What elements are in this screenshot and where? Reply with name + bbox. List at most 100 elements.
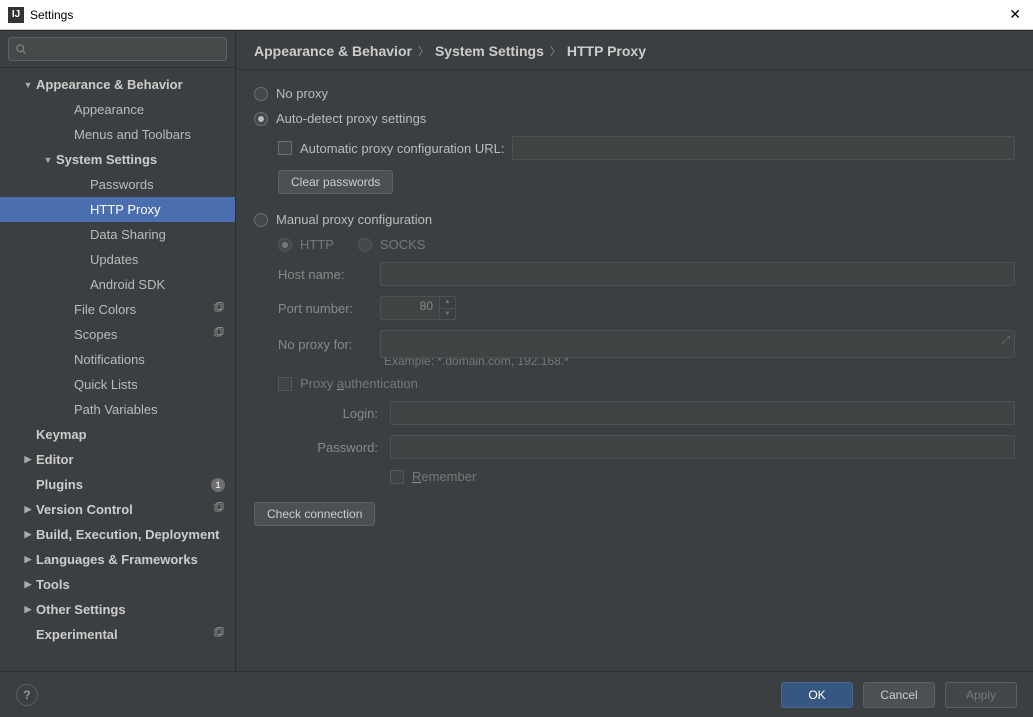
host-name-label: Host name: bbox=[278, 267, 368, 282]
chevron-right-icon: 〉 bbox=[550, 43, 561, 59]
sidebar-item-system-settings[interactable]: ▼System Settings bbox=[0, 147, 235, 172]
search-box[interactable] bbox=[8, 37, 227, 61]
breadcrumb-item: System Settings bbox=[435, 43, 544, 59]
sidebar-item-label: Other Settings bbox=[36, 602, 235, 617]
search-icon bbox=[15, 43, 27, 55]
no-proxy-for-input: ⤢ bbox=[380, 330, 1015, 358]
check-connection-button[interactable]: Check connection bbox=[254, 502, 375, 526]
sidebar-item-label: Editor bbox=[36, 452, 235, 467]
radio-icon bbox=[254, 112, 268, 126]
http-option: HTTP bbox=[278, 237, 334, 252]
clear-passwords-button[interactable]: Clear passwords bbox=[278, 170, 393, 194]
sidebar-item-label: Notifications bbox=[74, 352, 235, 367]
chevron-right-icon: ▶ bbox=[20, 604, 36, 615]
password-input bbox=[390, 435, 1015, 459]
sidebar-item-label: Appearance bbox=[74, 102, 235, 117]
update-count-badge: 1 bbox=[211, 478, 225, 492]
sidebar: ▼Appearance & Behavior▶Appearance▶Menus … bbox=[0, 31, 236, 671]
no-proxy-option[interactable]: No proxy bbox=[254, 86, 1015, 101]
sidebar-item-http-proxy[interactable]: ▶HTTP Proxy bbox=[0, 197, 235, 222]
sidebar-item-label: Appearance & Behavior bbox=[36, 77, 235, 92]
manual-proxy-option[interactable]: Manual proxy configuration bbox=[254, 212, 1015, 227]
sidebar-item-label: Passwords bbox=[90, 177, 235, 192]
login-input bbox=[390, 401, 1015, 425]
sidebar-item-updates[interactable]: ▶Updates bbox=[0, 247, 235, 272]
password-label: Password: bbox=[298, 440, 378, 455]
sidebar-item-label: Keymap bbox=[36, 427, 235, 442]
chevron-right-icon: ▶ bbox=[20, 529, 36, 540]
port-number-label: Port number: bbox=[278, 301, 368, 316]
sidebar-item-notifications[interactable]: ▶Notifications bbox=[0, 347, 235, 372]
sidebar-item-label: Experimental bbox=[36, 627, 235, 642]
chevron-right-icon: ▶ bbox=[20, 554, 36, 565]
auto-detect-option[interactable]: Auto-detect proxy settings bbox=[254, 111, 1015, 126]
close-icon[interactable]: ✕ bbox=[1005, 6, 1025, 23]
sidebar-item-label: Version Control bbox=[36, 502, 235, 517]
auto-url-label: Automatic proxy configuration URL: bbox=[300, 141, 504, 156]
manual-proxy-label: Manual proxy configuration bbox=[276, 212, 432, 227]
remember-row: Remember bbox=[390, 469, 1015, 484]
auto-url-checkbox[interactable] bbox=[278, 141, 292, 155]
content-area: ▼Appearance & Behavior▶Appearance▶Menus … bbox=[0, 30, 1033, 671]
breadcrumb-item: HTTP Proxy bbox=[567, 43, 646, 59]
auto-detect-label: Auto-detect proxy settings bbox=[276, 111, 426, 126]
proxy-auth-checkbox bbox=[278, 377, 292, 391]
sidebar-item-file-colors[interactable]: ▶File Colors bbox=[0, 297, 235, 322]
no-proxy-label: No proxy bbox=[276, 86, 328, 101]
spinner-buttons: ▲▼ bbox=[440, 296, 456, 320]
sidebar-item-label: Menus and Toolbars bbox=[74, 127, 235, 142]
proxy-auth-label: Proxy authentication bbox=[300, 376, 418, 391]
port-number-value: 80 bbox=[380, 296, 440, 320]
search-wrap bbox=[0, 31, 235, 68]
help-icon[interactable]: ? bbox=[16, 684, 38, 706]
sidebar-item-scopes[interactable]: ▶Scopes bbox=[0, 322, 235, 347]
sidebar-item-label: Path Variables bbox=[74, 402, 235, 417]
sidebar-item-menus-and-toolbars[interactable]: ▶Menus and Toolbars bbox=[0, 122, 235, 147]
sidebar-item-label: Data Sharing bbox=[90, 227, 235, 242]
sidebar-item-keymap[interactable]: ▶Keymap bbox=[0, 422, 235, 447]
sidebar-item-label: File Colors bbox=[74, 302, 235, 317]
sidebar-item-editor[interactable]: ▶Editor bbox=[0, 447, 235, 472]
sidebar-item-quick-lists[interactable]: ▶Quick Lists bbox=[0, 372, 235, 397]
chevron-up-icon: ▲ bbox=[440, 297, 455, 309]
radio-icon bbox=[254, 87, 268, 101]
sidebar-item-android-sdk[interactable]: ▶Android SDK bbox=[0, 272, 235, 297]
chevron-right-icon: ▶ bbox=[20, 504, 36, 515]
ok-button[interactable]: OK bbox=[781, 682, 853, 708]
sidebar-item-experimental[interactable]: ▶Experimental bbox=[0, 622, 235, 647]
project-scope-icon bbox=[213, 327, 225, 342]
sidebar-item-build-execution-deployment[interactable]: ▶Build, Execution, Deployment bbox=[0, 522, 235, 547]
radio-icon bbox=[358, 238, 372, 252]
sidebar-item-languages-frameworks[interactable]: ▶Languages & Frameworks bbox=[0, 547, 235, 572]
sidebar-item-label: Android SDK bbox=[90, 277, 235, 292]
sidebar-item-appearance[interactable]: ▶Appearance bbox=[0, 97, 235, 122]
chevron-down-icon: ▼ bbox=[20, 80, 36, 90]
sidebar-item-appearance-behavior[interactable]: ▼Appearance & Behavior bbox=[0, 72, 235, 97]
cancel-button[interactable]: Cancel bbox=[863, 682, 935, 708]
project-scope-icon bbox=[213, 302, 225, 317]
window-title: Settings bbox=[30, 8, 73, 22]
sidebar-item-plugins[interactable]: ▶Plugins1 bbox=[0, 472, 235, 497]
sidebar-item-passwords[interactable]: ▶Passwords bbox=[0, 172, 235, 197]
breadcrumb: Appearance & Behavior 〉 System Settings … bbox=[236, 31, 1033, 70]
radio-icon bbox=[278, 238, 292, 252]
search-input[interactable] bbox=[27, 42, 220, 56]
settings-tree: ▼Appearance & Behavior▶Appearance▶Menus … bbox=[0, 68, 235, 671]
port-number-spinner: 80 ▲▼ bbox=[380, 296, 456, 320]
sidebar-item-label: Quick Lists bbox=[74, 377, 235, 392]
no-proxy-for-label: No proxy for: bbox=[278, 337, 368, 352]
app-icon: IJ bbox=[8, 7, 24, 23]
sidebar-item-label: HTTP Proxy bbox=[90, 202, 235, 217]
sidebar-item-label: Scopes bbox=[74, 327, 235, 342]
project-scope-icon bbox=[213, 627, 225, 642]
sidebar-item-data-sharing[interactable]: ▶Data Sharing bbox=[0, 222, 235, 247]
apply-button[interactable]: Apply bbox=[945, 682, 1017, 708]
sidebar-item-path-variables[interactable]: ▶Path Variables bbox=[0, 397, 235, 422]
dialog-footer: ? OK Cancel Apply bbox=[0, 671, 1033, 717]
remember-label: Remember bbox=[412, 469, 476, 484]
chevron-right-icon: 〉 bbox=[418, 43, 429, 59]
remember-checkbox bbox=[390, 470, 404, 484]
sidebar-item-version-control[interactable]: ▶Version Control bbox=[0, 497, 235, 522]
sidebar-item-tools[interactable]: ▶Tools bbox=[0, 572, 235, 597]
sidebar-item-other-settings[interactable]: ▶Other Settings bbox=[0, 597, 235, 622]
